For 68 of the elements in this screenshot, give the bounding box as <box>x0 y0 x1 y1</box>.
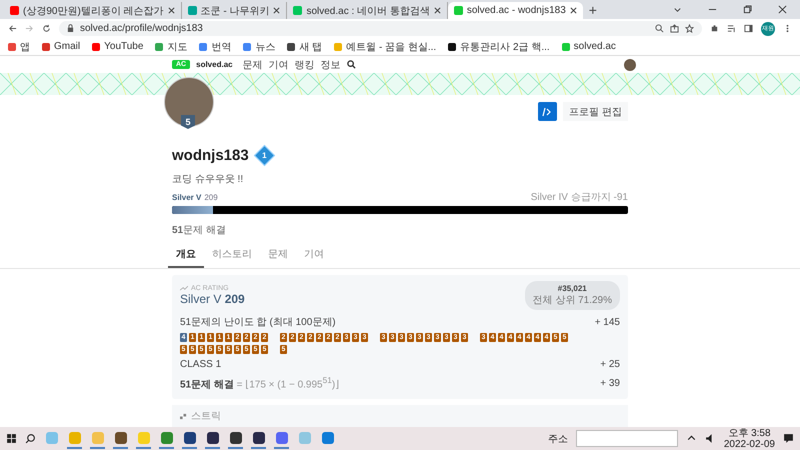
solved-formula: 51문제 해결 = ⌊175 × (1 − 0.995$^{51}$)⌋ <box>180 375 340 392</box>
next-tier-text: Silver IV 승급까지 -91 <box>530 191 628 204</box>
reload-icon[interactable] <box>42 24 51 33</box>
close-icon[interactable] <box>778 5 787 14</box>
lock-icon <box>67 24 74 33</box>
streak-icon <box>180 412 187 420</box>
profile-tab[interactable]: 문제 <box>260 243 296 268</box>
rating-value: 209 <box>224 292 245 306</box>
restore-icon[interactable] <box>743 5 752 14</box>
percentile-text: 전체 상위 71.29% <box>532 294 612 307</box>
share-icon[interactable] <box>670 24 679 33</box>
bio-text: 코딩 슈우우웃 !! <box>172 173 244 186</box>
zoom-icon[interactable] <box>655 24 664 33</box>
bookmark-link[interactable]: 새 탭 <box>287 40 322 54</box>
back-icon[interactable] <box>8 24 17 33</box>
bookmark-link[interactable]: YouTube <box>92 41 144 52</box>
user-avatar[interactable] <box>624 58 636 70</box>
bookmark-link[interactable]: 유통관리사 2급 핵... <box>448 40 550 54</box>
bookmark-link[interactable]: Gmail <box>42 41 80 52</box>
address-bar[interactable]: solved.ac/profile/wodnjs183 <box>59 21 702 36</box>
nav-link[interactable]: 문제 <box>242 58 263 72</box>
bookmark-link[interactable]: 번역 <box>199 40 232 54</box>
profile-tab[interactable]: 개요 <box>168 243 204 268</box>
rank-text: #35,021 <box>558 284 587 293</box>
tier-label: Silver V <box>180 292 222 306</box>
address-label: 주소 <box>548 432 568 446</box>
address-field[interactable] <box>576 430 678 447</box>
solved-score: + 39 <box>600 378 620 389</box>
close-icon[interactable] <box>570 7 577 14</box>
card-heading: 스트릭 <box>191 410 221 424</box>
close-icon[interactable] <box>168 7 175 14</box>
code-button[interactable] <box>538 102 558 121</box>
class-score: + 25 <box>600 359 620 370</box>
browser-tab[interactable]: solved.ac - wodnjs183 <box>448 2 583 19</box>
new-tab-button[interactable]: + <box>582 2 603 16</box>
solved-count: 51문제 해결 <box>172 224 227 237</box>
side-panel-icon[interactable] <box>744 24 753 33</box>
bookmark-link[interactable]: 지도 <box>155 40 188 54</box>
profile-tab[interactable]: 기여 <box>296 243 332 268</box>
trend-icon <box>180 286 188 291</box>
difficulty-score: + 145 <box>594 316 620 328</box>
close-icon[interactable] <box>273 7 280 14</box>
tier-badge: 5 <box>181 115 195 129</box>
nav-link[interactable]: 기여 <box>268 58 289 72</box>
logo-text[interactable]: solved.ac <box>196 60 233 69</box>
class-badge: 1 <box>254 144 275 166</box>
star-icon[interactable] <box>685 24 694 33</box>
search-icon[interactable] <box>25 433 36 444</box>
bookmark-link[interactable]: 뉴스 <box>243 40 276 54</box>
playlist-icon[interactable] <box>727 24 736 33</box>
bookmark-link[interactable]: 앱 <box>8 40 30 54</box>
tier-label: Silver V <box>172 193 202 202</box>
nav-link[interactable]: 정보 <box>320 58 341 72</box>
bookmark-link[interactable]: solved.ac <box>562 41 616 52</box>
code-icon <box>541 106 554 116</box>
close-icon[interactable] <box>434 7 441 14</box>
username: wodnjs183 <box>172 147 249 164</box>
windows-start-icon[interactable] <box>6 433 17 444</box>
edit-profile-button[interactable]: 프로필 편집 <box>563 102 628 121</box>
search-icon[interactable] <box>346 60 356 69</box>
rating-value: 209 <box>204 193 218 202</box>
clock[interactable]: 오후 3:58 2022-02-09 <box>724 428 775 450</box>
notification-icon[interactable] <box>783 433 794 444</box>
nav-link[interactable]: 랭킹 <box>294 58 315 72</box>
bookmark-link[interactable]: 예트윌 - 꿈을 현실... <box>334 40 436 54</box>
class-label: CLASS 1 <box>180 359 222 370</box>
profile-tab[interactable]: 히스토리 <box>204 243 260 268</box>
difficulty-label: 51문제의 난이도 합 (최대 100문제) <box>180 316 336 329</box>
